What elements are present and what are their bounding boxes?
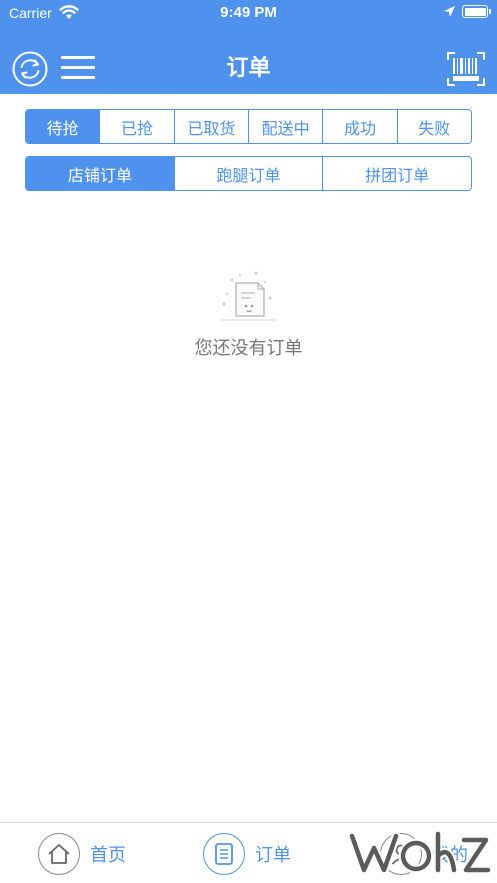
tab-delivering[interactable]: 配送中 xyxy=(247,110,323,143)
tab-bar-profile[interactable]: 我的 xyxy=(380,823,468,883)
tab-group-orders[interactable]: 拼团订单 xyxy=(322,157,471,190)
order-list-icon xyxy=(203,832,245,875)
tab-bar-orders[interactable]: 订单 xyxy=(203,823,291,883)
tab-store-orders[interactable]: 店铺订单 xyxy=(26,157,174,190)
tab-success[interactable]: 成功 xyxy=(322,110,397,143)
tab-waiting[interactable]: 待抢 xyxy=(26,110,100,143)
tab-picked-up[interactable]: 已取货 xyxy=(173,110,248,143)
empty-document-icon xyxy=(220,271,278,321)
status-bar: Carrier 9:49 PM xyxy=(0,0,497,44)
navigation-bar: 订单 xyxy=(0,44,497,94)
profile-icon xyxy=(380,832,422,875)
tab-bar-home[interactable]: 首页 xyxy=(38,823,126,883)
status-time: 9:49 PM xyxy=(220,4,277,21)
empty-state-message: 您还没有订单 xyxy=(194,338,303,359)
order-status-tabs: 待抢 已抢 已取货 配送中 成功 失败 xyxy=(25,109,472,144)
battery-icon xyxy=(462,5,491,18)
home-icon xyxy=(38,832,80,875)
tab-grabbed[interactable]: 已抢 xyxy=(99,110,174,143)
order-type-tabs: 店铺订单 跑腿订单 拼团订单 xyxy=(25,156,472,191)
page-title: 订单 xyxy=(226,56,271,81)
tab-bar-home-label: 首页 xyxy=(90,844,126,866)
tab-bar-profile-label: 我的 xyxy=(432,844,468,866)
location-arrow-icon xyxy=(444,6,455,17)
tab-failed[interactable]: 失败 xyxy=(396,110,471,143)
tab-bar-orders-label: 订单 xyxy=(255,844,291,866)
tab-errand-orders[interactable]: 跑腿订单 xyxy=(173,157,323,190)
bottom-tab-bar: 首页 订单 我的 xyxy=(0,822,497,883)
barcode-scan-icon[interactable] xyxy=(447,52,485,86)
